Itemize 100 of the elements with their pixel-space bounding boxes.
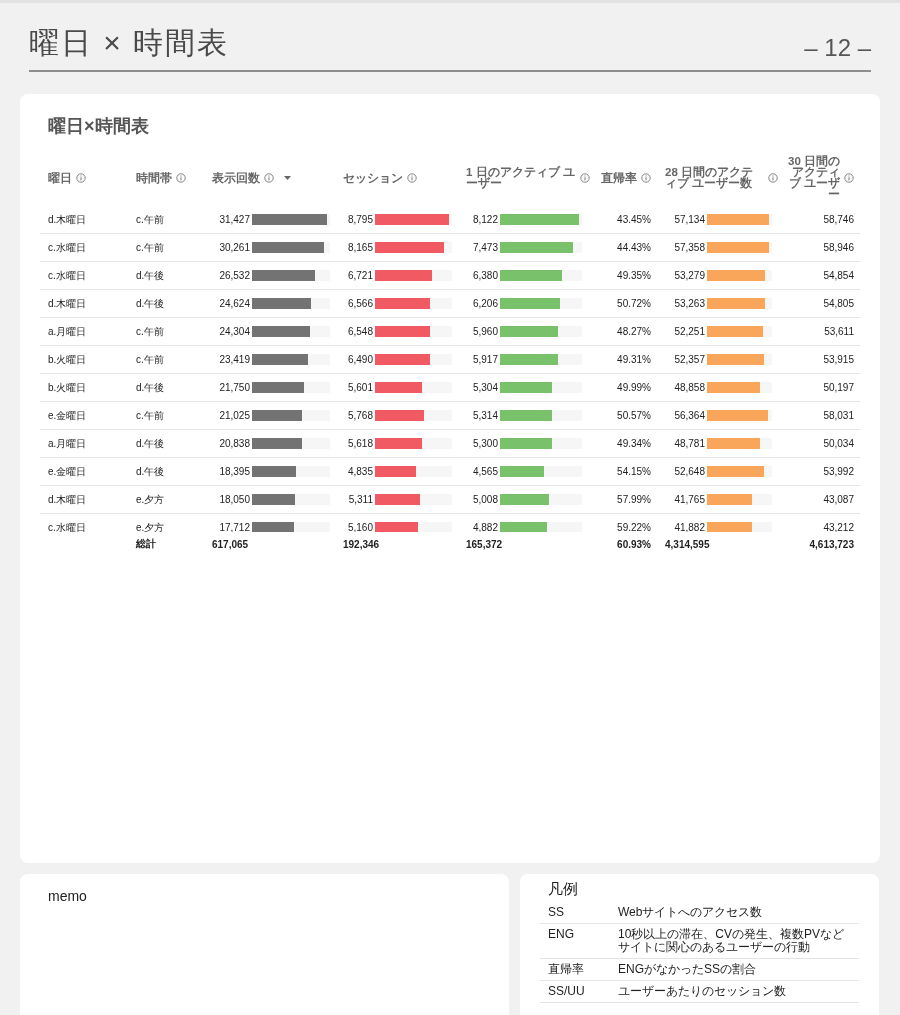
info-icon[interactable] xyxy=(768,173,778,183)
table-cell: 54,805 xyxy=(823,298,854,309)
info-icon[interactable] xyxy=(264,173,274,183)
table-cell: d.午後 xyxy=(136,297,165,309)
table-cell: c.午前 xyxy=(136,409,164,421)
total-cell: 165,372 xyxy=(466,538,503,550)
sort-descending-icon[interactable] xyxy=(284,176,291,180)
info-icon[interactable] xyxy=(176,173,186,183)
table-cell-text: 48,858 xyxy=(673,382,705,393)
table-cell: e.金曜日 xyxy=(48,409,87,421)
column-header[interactable]: セッション xyxy=(343,172,403,184)
table-cell: e.夕方 xyxy=(136,493,165,505)
table-cell-text: 53,263 xyxy=(673,298,705,309)
info-icon[interactable] xyxy=(76,173,86,183)
column-header[interactable]: 表示回数 xyxy=(212,172,260,184)
column-header[interactable]: 28 日間のアクティブ ユーザー数 xyxy=(665,167,764,189)
table-cell-text: 5,768 xyxy=(346,410,373,421)
legend-term: ENG xyxy=(548,928,575,943)
table-cell: c.午前 xyxy=(136,325,164,337)
table-cell-text: 8,795 xyxy=(346,214,373,225)
table-cell: 43.45% xyxy=(617,214,651,225)
table-cell: c.午前 xyxy=(136,213,164,225)
legend-description: Webサイトへのアクセス数 xyxy=(618,906,764,919)
table-cell-text: 52,357 xyxy=(673,354,705,365)
memo-title: memo xyxy=(48,888,88,904)
legend-description: ユーザーあたりのセッション数 xyxy=(618,985,787,998)
table-cell: d.木曜日 xyxy=(48,213,87,225)
info-icon[interactable] xyxy=(580,173,590,183)
table-cell: 48.27% xyxy=(617,326,651,337)
table-cell: b.火曜日 xyxy=(48,381,87,393)
column-header[interactable]: 1 日のアクティブ ユーザー xyxy=(466,167,576,189)
table-cell-text: 4,835 xyxy=(346,466,373,477)
table-cell-text: 4,565 xyxy=(471,466,498,477)
table-cell-text: 7,473 xyxy=(471,242,498,253)
total-cell: 617,065 xyxy=(212,538,249,550)
table-cell: e.夕方 xyxy=(136,521,165,532)
table-cell-text: 6,721 xyxy=(346,270,373,281)
table-cell-text: 6,380 xyxy=(471,270,498,281)
table-cell: 50.57% xyxy=(617,410,651,421)
table-cell: d.午後 xyxy=(136,381,165,393)
total-cell: 60.93% xyxy=(617,538,651,550)
table-cell: 59.22% xyxy=(617,522,651,532)
table-cell-text: 53,279 xyxy=(673,270,705,281)
table-cell-text: 57,134 xyxy=(673,214,705,225)
table-cell: 53,611 xyxy=(824,326,854,337)
legend-term: SS/UU xyxy=(548,985,586,998)
table-cell-text: 57,358 xyxy=(673,242,705,253)
table-cell: d.午後 xyxy=(136,465,165,477)
table-cell: 49.99% xyxy=(617,382,651,393)
table-cell-text: 5,160 xyxy=(346,522,373,532)
table-cell: 54,854 xyxy=(823,270,854,281)
table-cell-text: 26,532 xyxy=(218,270,250,281)
table-cell: a.月曜日 xyxy=(48,437,87,449)
table-cell-text: 41,882 xyxy=(673,522,705,532)
table-cell-text: 18,050 xyxy=(218,494,250,505)
total-cell: 4,314,595 xyxy=(665,538,710,550)
table-cell-text: 6,548 xyxy=(346,326,373,337)
legend-title: 凡例 xyxy=(548,880,579,899)
total-cell: 4,613,723 xyxy=(809,538,854,550)
column-header[interactable]: 30 日間のアクティブ ユーザー xyxy=(786,156,840,200)
table-cell-text: 21,750 xyxy=(218,382,250,393)
table-cell: d.木曜日 xyxy=(48,493,87,505)
table-cell: 49.34% xyxy=(617,438,651,449)
column-header[interactable]: 曜日 xyxy=(48,172,72,184)
table-cell: 50,197 xyxy=(823,382,854,393)
info-icon[interactable] xyxy=(641,173,651,183)
table-cell: c.水曜日 xyxy=(48,269,86,281)
info-icon[interactable] xyxy=(407,173,417,183)
table-cell: c.水曜日 xyxy=(48,521,86,532)
table-cell: a.月曜日 xyxy=(48,325,87,337)
table-cell-text: 18,395 xyxy=(218,466,250,477)
table-cell: 49.31% xyxy=(617,354,651,365)
table-cell: 58,946 xyxy=(823,242,854,253)
table-cell-text: 5,304 xyxy=(471,382,498,393)
table-cell-text: 5,314 xyxy=(471,410,498,421)
table-cell-text: 5,917 xyxy=(471,354,498,365)
column-header[interactable]: 直帰率 xyxy=(601,172,637,184)
info-icon[interactable] xyxy=(844,173,854,183)
total-label: 総計 xyxy=(136,538,156,549)
table-cell-text: 52,251 xyxy=(673,326,705,337)
table-cell-text: 6,206 xyxy=(471,298,498,309)
table-cell-text: 41,765 xyxy=(673,494,705,505)
table-cell: 53,992 xyxy=(823,466,854,477)
table-cell-text: 21,025 xyxy=(218,410,250,421)
table-cell: d.午後 xyxy=(136,269,165,281)
table-cell: 58,031 xyxy=(823,410,854,421)
table-cell: 58,746 xyxy=(823,214,854,225)
table-title: 曜日×時間表 xyxy=(48,115,150,138)
table-cell: 50,034 xyxy=(823,438,854,449)
table-cell: 43,087 xyxy=(823,494,854,505)
legend-description: 10秒以上の滞在、CVの発生、複数PVなどサイトに関心のあるユーザーの行動 xyxy=(618,928,846,954)
table-cell-text: 5,300 xyxy=(471,438,498,449)
table-cell-text: 4,882 xyxy=(471,522,498,532)
column-header[interactable]: 時間帯 xyxy=(136,172,172,184)
legend-description: ENGがなかったSSの割合 xyxy=(618,963,757,976)
table-cell-text: 5,311 xyxy=(347,494,373,505)
table-cell: 49.35% xyxy=(617,270,651,281)
table-cell: 50.72% xyxy=(617,298,651,309)
table-cell-text: 17,712 xyxy=(218,522,250,532)
page-number: – 12 – xyxy=(804,34,871,62)
